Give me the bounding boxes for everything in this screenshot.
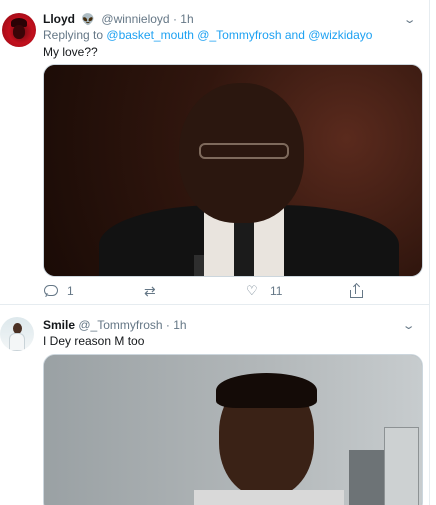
tweet-text: I Dey reason M too bbox=[43, 334, 145, 348]
chevron-down-icon[interactable]: ⌄ bbox=[401, 319, 415, 332]
display-name[interactable]: Smile bbox=[43, 318, 75, 332]
mention-tommyfrosh[interactable]: @_Tommyfrosh bbox=[197, 28, 281, 42]
mention-wizkidayo[interactable]: @wizkidayo bbox=[308, 28, 372, 42]
heart-icon: ♡ bbox=[246, 283, 258, 298]
image-shirt bbox=[194, 490, 344, 505]
tweet-header: Lloyd 👽 @winnieloyd · 1h bbox=[43, 12, 194, 28]
like-button[interactable]: ♡ 11 bbox=[246, 283, 283, 299]
reply-button[interactable]: 1 bbox=[43, 284, 74, 298]
alien-emoji-icon: 👽 bbox=[81, 14, 96, 26]
share-button[interactable] bbox=[348, 284, 372, 298]
separator-dot: · bbox=[172, 12, 177, 26]
timestamp[interactable]: 1h bbox=[173, 318, 186, 332]
timeline: Lloyd 👽 @winnieloyd · 1h ⌄ Replying to @… bbox=[0, 0, 430, 505]
mention-and: and bbox=[284, 28, 305, 42]
display-name[interactable]: Lloyd bbox=[43, 12, 75, 26]
tweet-header: Smile @_Tommyfrosh · 1h bbox=[43, 318, 187, 333]
retweet-icon: ⇄ bbox=[144, 283, 156, 299]
avatar-body bbox=[9, 333, 25, 351]
image-glasses bbox=[199, 143, 289, 159]
user-handle[interactable]: @winnieloyd bbox=[101, 12, 169, 26]
replying-to: Replying to @basket_mouth @_Tommyfrosh a… bbox=[43, 28, 372, 42]
reply-count: 1 bbox=[67, 284, 74, 298]
chevron-down-icon[interactable]: ⌄ bbox=[402, 13, 416, 26]
user-handle[interactable]: @_Tommyfrosh bbox=[78, 318, 162, 332]
image-hair bbox=[216, 373, 317, 408]
avatar[interactable] bbox=[0, 317, 34, 351]
timestamp[interactable]: 1h bbox=[180, 12, 193, 26]
retweet-button[interactable]: ⇄ bbox=[144, 284, 168, 298]
tweet-text: My love?? bbox=[43, 45, 98, 59]
share-icon bbox=[348, 284, 364, 298]
tweet-lloyd[interactable]: Lloyd 👽 @winnieloyd · 1h ⌄ Replying to @… bbox=[0, 0, 430, 305]
tweet-actions: 1 ⇄ ♡ 11 bbox=[43, 284, 423, 304]
reply-icon bbox=[43, 284, 59, 298]
avatar[interactable] bbox=[2, 13, 36, 47]
replying-to-label: Replying to bbox=[43, 28, 104, 42]
image-microphone bbox=[194, 255, 204, 276]
separator-dot: · bbox=[165, 318, 170, 332]
mention-basket-mouth[interactable]: @basket_mouth bbox=[106, 28, 194, 42]
like-count: 11 bbox=[270, 284, 283, 298]
image-building bbox=[384, 427, 419, 505]
tweet-image[interactable] bbox=[43, 64, 423, 277]
avatar-face bbox=[13, 25, 25, 39]
image-building bbox=[349, 450, 384, 505]
tweet-image[interactable] bbox=[43, 354, 423, 505]
